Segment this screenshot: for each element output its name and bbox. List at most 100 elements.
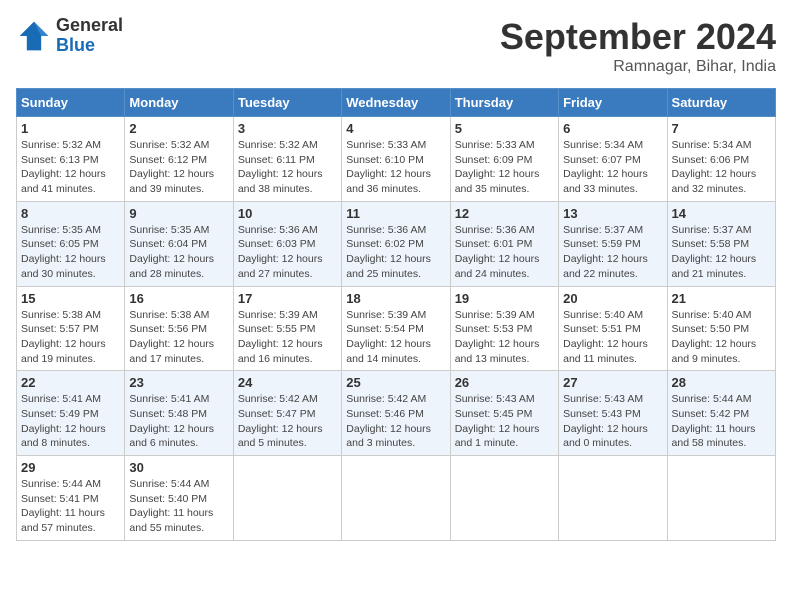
month-title: September 2024	[500, 16, 776, 58]
day-info: Sunrise: 5:32 AMSunset: 6:11 PMDaylight:…	[238, 138, 337, 197]
calendar-week-row: 8 Sunrise: 5:35 AMSunset: 6:05 PMDayligh…	[17, 201, 776, 286]
day-info: Sunrise: 5:44 AMSunset: 5:42 PMDaylight:…	[672, 392, 771, 451]
table-row: 22 Sunrise: 5:41 AMSunset: 5:49 PMDaylig…	[17, 371, 125, 456]
table-row: 10 Sunrise: 5:36 AMSunset: 6:03 PMDaylig…	[233, 201, 341, 286]
table-row: 3 Sunrise: 5:32 AMSunset: 6:11 PMDayligh…	[233, 117, 341, 202]
day-info: Sunrise: 5:44 AMSunset: 5:41 PMDaylight:…	[21, 477, 120, 536]
table-row: 14 Sunrise: 5:37 AMSunset: 5:58 PMDaylig…	[667, 201, 775, 286]
day-info: Sunrise: 5:41 AMSunset: 5:48 PMDaylight:…	[129, 392, 228, 451]
day-number: 15	[21, 291, 120, 306]
table-row: 25 Sunrise: 5:42 AMSunset: 5:46 PMDaylig…	[342, 371, 450, 456]
day-info: Sunrise: 5:40 AMSunset: 5:51 PMDaylight:…	[563, 308, 662, 367]
logo-blue: Blue	[56, 36, 123, 56]
day-info: Sunrise: 5:41 AMSunset: 5:49 PMDaylight:…	[21, 392, 120, 451]
table-row: 30 Sunrise: 5:44 AMSunset: 5:40 PMDaylig…	[125, 456, 233, 541]
table-row: 29 Sunrise: 5:44 AMSunset: 5:41 PMDaylig…	[17, 456, 125, 541]
table-row: 26 Sunrise: 5:43 AMSunset: 5:45 PMDaylig…	[450, 371, 558, 456]
header-saturday: Saturday	[667, 89, 775, 117]
table-row	[559, 456, 667, 541]
table-row: 17 Sunrise: 5:39 AMSunset: 5:55 PMDaylig…	[233, 286, 341, 371]
day-info: Sunrise: 5:38 AMSunset: 5:57 PMDaylight:…	[21, 308, 120, 367]
table-row: 28 Sunrise: 5:44 AMSunset: 5:42 PMDaylig…	[667, 371, 775, 456]
day-info: Sunrise: 5:36 AMSunset: 6:01 PMDaylight:…	[455, 223, 554, 282]
page-header: General Blue September 2024 Ramnagar, Bi…	[16, 16, 776, 76]
day-number: 19	[455, 291, 554, 306]
day-number: 10	[238, 206, 337, 221]
day-number: 26	[455, 375, 554, 390]
header-wednesday: Wednesday	[342, 89, 450, 117]
day-info: Sunrise: 5:32 AMSunset: 6:13 PMDaylight:…	[21, 138, 120, 197]
logo-icon	[16, 18, 52, 54]
day-info: Sunrise: 5:42 AMSunset: 5:47 PMDaylight:…	[238, 392, 337, 451]
table-row	[342, 456, 450, 541]
day-info: Sunrise: 5:43 AMSunset: 5:45 PMDaylight:…	[455, 392, 554, 451]
table-row: 2 Sunrise: 5:32 AMSunset: 6:12 PMDayligh…	[125, 117, 233, 202]
logo-general: General	[56, 16, 123, 36]
day-info: Sunrise: 5:36 AMSunset: 6:02 PMDaylight:…	[346, 223, 445, 282]
day-number: 11	[346, 206, 445, 221]
title-block: September 2024 Ramnagar, Bihar, India	[500, 16, 776, 76]
table-row: 8 Sunrise: 5:35 AMSunset: 6:05 PMDayligh…	[17, 201, 125, 286]
day-number: 4	[346, 121, 445, 136]
table-row: 11 Sunrise: 5:36 AMSunset: 6:02 PMDaylig…	[342, 201, 450, 286]
table-row: 9 Sunrise: 5:35 AMSunset: 6:04 PMDayligh…	[125, 201, 233, 286]
day-info: Sunrise: 5:38 AMSunset: 5:56 PMDaylight:…	[129, 308, 228, 367]
header-tuesday: Tuesday	[233, 89, 341, 117]
day-number: 2	[129, 121, 228, 136]
table-row: 27 Sunrise: 5:43 AMSunset: 5:43 PMDaylig…	[559, 371, 667, 456]
calendar-week-row: 29 Sunrise: 5:44 AMSunset: 5:41 PMDaylig…	[17, 456, 776, 541]
table-row: 21 Sunrise: 5:40 AMSunset: 5:50 PMDaylig…	[667, 286, 775, 371]
table-row: 5 Sunrise: 5:33 AMSunset: 6:09 PMDayligh…	[450, 117, 558, 202]
table-row	[667, 456, 775, 541]
day-info: Sunrise: 5:42 AMSunset: 5:46 PMDaylight:…	[346, 392, 445, 451]
header-thursday: Thursday	[450, 89, 558, 117]
table-row: 7 Sunrise: 5:34 AMSunset: 6:06 PMDayligh…	[667, 117, 775, 202]
day-info: Sunrise: 5:33 AMSunset: 6:10 PMDaylight:…	[346, 138, 445, 197]
table-row: 15 Sunrise: 5:38 AMSunset: 5:57 PMDaylig…	[17, 286, 125, 371]
day-info: Sunrise: 5:39 AMSunset: 5:54 PMDaylight:…	[346, 308, 445, 367]
day-number: 20	[563, 291, 662, 306]
day-number: 27	[563, 375, 662, 390]
day-info: Sunrise: 5:35 AMSunset: 6:04 PMDaylight:…	[129, 223, 228, 282]
day-number: 22	[21, 375, 120, 390]
table-row: 4 Sunrise: 5:33 AMSunset: 6:10 PMDayligh…	[342, 117, 450, 202]
day-number: 18	[346, 291, 445, 306]
day-info: Sunrise: 5:39 AMSunset: 5:55 PMDaylight:…	[238, 308, 337, 367]
day-number: 28	[672, 375, 771, 390]
header-sunday: Sunday	[17, 89, 125, 117]
day-number: 21	[672, 291, 771, 306]
day-number: 6	[563, 121, 662, 136]
day-number: 5	[455, 121, 554, 136]
calendar-week-row: 1 Sunrise: 5:32 AMSunset: 6:13 PMDayligh…	[17, 117, 776, 202]
table-row: 6 Sunrise: 5:34 AMSunset: 6:07 PMDayligh…	[559, 117, 667, 202]
day-info: Sunrise: 5:34 AMSunset: 6:07 PMDaylight:…	[563, 138, 662, 197]
day-info: Sunrise: 5:40 AMSunset: 5:50 PMDaylight:…	[672, 308, 771, 367]
logo: General Blue	[16, 16, 123, 56]
day-number: 1	[21, 121, 120, 136]
day-number: 14	[672, 206, 771, 221]
table-row: 16 Sunrise: 5:38 AMSunset: 5:56 PMDaylig…	[125, 286, 233, 371]
day-number: 24	[238, 375, 337, 390]
table-row: 19 Sunrise: 5:39 AMSunset: 5:53 PMDaylig…	[450, 286, 558, 371]
day-number: 9	[129, 206, 228, 221]
day-info: Sunrise: 5:39 AMSunset: 5:53 PMDaylight:…	[455, 308, 554, 367]
day-number: 30	[129, 460, 228, 475]
header-monday: Monday	[125, 89, 233, 117]
calendar-week-row: 22 Sunrise: 5:41 AMSunset: 5:49 PMDaylig…	[17, 371, 776, 456]
day-info: Sunrise: 5:37 AMSunset: 5:59 PMDaylight:…	[563, 223, 662, 282]
day-info: Sunrise: 5:37 AMSunset: 5:58 PMDaylight:…	[672, 223, 771, 282]
location: Ramnagar, Bihar, India	[500, 58, 776, 76]
table-row: 12 Sunrise: 5:36 AMSunset: 6:01 PMDaylig…	[450, 201, 558, 286]
day-info: Sunrise: 5:36 AMSunset: 6:03 PMDaylight:…	[238, 223, 337, 282]
day-number: 25	[346, 375, 445, 390]
day-number: 8	[21, 206, 120, 221]
day-info: Sunrise: 5:43 AMSunset: 5:43 PMDaylight:…	[563, 392, 662, 451]
day-info: Sunrise: 5:33 AMSunset: 6:09 PMDaylight:…	[455, 138, 554, 197]
day-info: Sunrise: 5:32 AMSunset: 6:12 PMDaylight:…	[129, 138, 228, 197]
day-number: 16	[129, 291, 228, 306]
table-row: 24 Sunrise: 5:42 AMSunset: 5:47 PMDaylig…	[233, 371, 341, 456]
table-row: 20 Sunrise: 5:40 AMSunset: 5:51 PMDaylig…	[559, 286, 667, 371]
day-info: Sunrise: 5:44 AMSunset: 5:40 PMDaylight:…	[129, 477, 228, 536]
day-number: 29	[21, 460, 120, 475]
calendar-week-row: 15 Sunrise: 5:38 AMSunset: 5:57 PMDaylig…	[17, 286, 776, 371]
